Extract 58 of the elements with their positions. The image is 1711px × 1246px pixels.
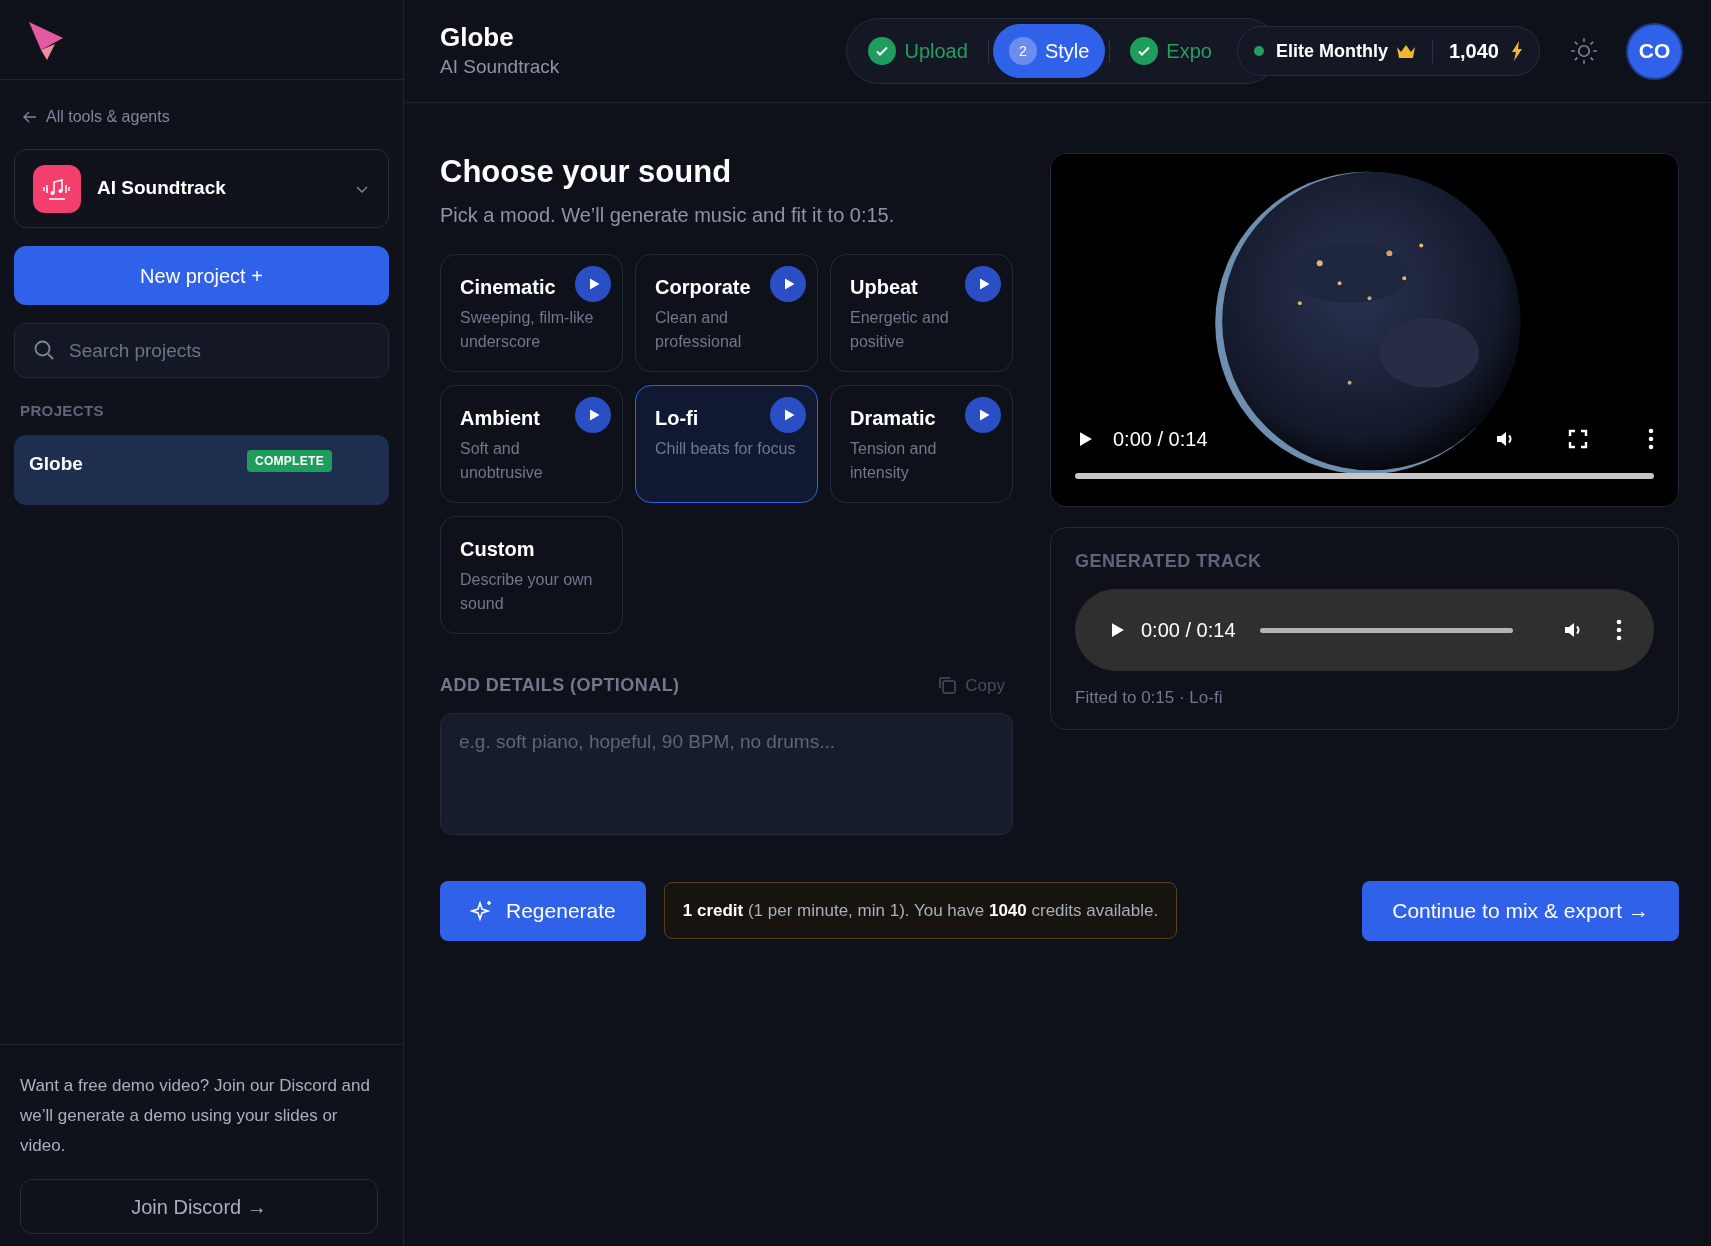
play-button[interactable] (575, 265, 611, 302)
mood-card[interactable]: Corporate Clean and professional (635, 253, 818, 372)
more-icon[interactable] (1648, 428, 1654, 450)
continue-button[interactable]: Continue to mix & export → (1362, 880, 1679, 941)
project-title: Globe (440, 20, 515, 53)
audio-player[interactable]: 0:00 / 0:14 (1075, 589, 1654, 671)
copy-icon (937, 675, 958, 696)
user-avatar[interactable]: CO (1626, 22, 1683, 80)
play-button[interactable] (965, 265, 1001, 302)
check-icon (1130, 37, 1159, 65)
mood-card[interactable]: Lo-fi Chill beats for focus (635, 384, 818, 503)
lightning-icon (1511, 41, 1523, 61)
fullscreen-icon[interactable] (1568, 429, 1588, 449)
card-heading: GENERATED TRACK (1075, 550, 1263, 573)
play-button[interactable] (575, 396, 611, 433)
audio-time: 0:00 / 0:14 (1141, 618, 1236, 643)
play-button[interactable] (770, 396, 806, 433)
section-subtitle: Pick a mood. We’ll generate music and fit it to 0:15. (440, 202, 896, 228)
project-subtitle: AI Soundtrack (440, 55, 560, 79)
search-field[interactable]: Search projects (14, 323, 389, 378)
tool-selector[interactable]: AI Soundtrack (14, 149, 389, 228)
play-button[interactable] (770, 265, 806, 302)
mood-card[interactable]: Cinematic Sweeping, film-like underscore (440, 253, 623, 372)
step-tab[interactable]: Upload (852, 24, 984, 78)
mood-card[interactable]: Upbeat Energetic and positive (830, 253, 1013, 372)
play-button[interactable] (965, 396, 1001, 433)
field-label: ADD DETAILS (OPTIONAL) (440, 673, 680, 697)
video-player[interactable]: 0:00 / 0:14 (1050, 153, 1679, 507)
step-number: 2 (1008, 37, 1037, 65)
track-caption: Fitted to 0:15 · Lo-fi (1075, 687, 1224, 709)
regenerate-button[interactable]: Regenerate (440, 880, 646, 941)
status-badge: COMPLETE (246, 449, 332, 472)
step-tab[interactable]: Expo (1114, 24, 1228, 78)
join-discord-button[interactable]: Join Discord → (20, 1179, 378, 1234)
step-tab[interactable]: 2 Style (992, 24, 1106, 78)
more-icon[interactable] (1616, 619, 1622, 641)
progress-track[interactable] (1075, 473, 1654, 479)
new-project-button[interactable]: New project + (14, 246, 389, 305)
project-item[interactable]: Globe COMPLETE (14, 434, 389, 505)
mood-card[interactable]: Ambient Soft and unobtrusive (440, 384, 623, 503)
plan-pill[interactable]: Elite Monthly 1,040 (1236, 26, 1540, 76)
mood-card[interactable]: Custom Describe your own sound (440, 515, 623, 634)
check-icon (868, 37, 897, 65)
arrow-left-icon (22, 109, 38, 125)
back-link[interactable]: All tools & agents (22, 105, 389, 129)
search-icon (32, 338, 56, 362)
section-title: Choose your sound (440, 153, 733, 191)
details-field[interactable]: e.g. soft piano, hopeful, 90 BPM, no drums... (440, 712, 1013, 835)
mood-card[interactable]: Dramatic Tension and intensity (830, 384, 1013, 503)
sun-icon[interactable] (1570, 37, 1598, 65)
crown-icon (1395, 43, 1416, 59)
sparkles-icon (470, 898, 494, 923)
video-time: 0:00 / 0:14 (1113, 427, 1208, 452)
audio-progress-track[interactable] (1259, 627, 1513, 633)
credit-note: 1 credit (1 per minute, min 1). You have 1040 credits available. (663, 882, 1178, 940)
promo-text: Want a free demo video? Join our Discord and we’ll generate a demo using your slides or video. (20, 1075, 371, 1157)
section-heading: PROJECTS (20, 401, 105, 421)
soundtrack-app-icon (33, 164, 81, 213)
